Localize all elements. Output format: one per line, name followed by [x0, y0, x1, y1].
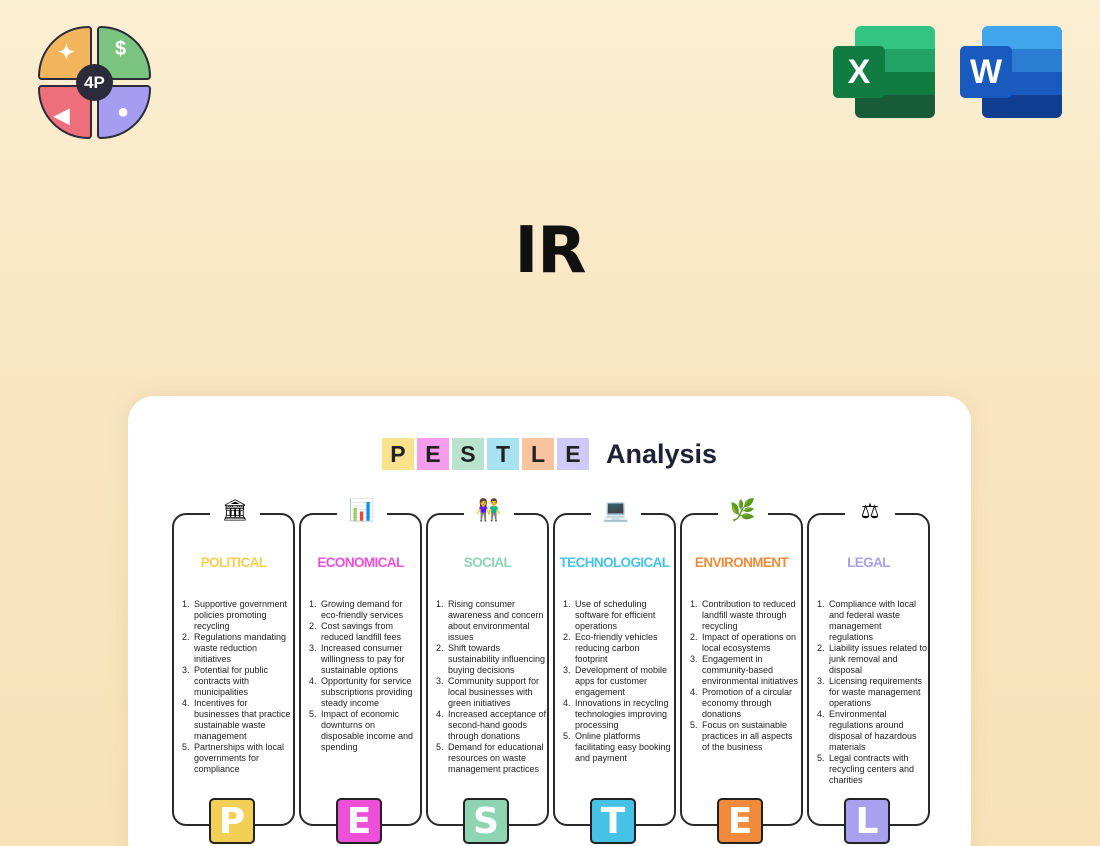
- location-icon: ●: [117, 101, 130, 123]
- list-item: Engagement in community-based environmen…: [700, 654, 801, 687]
- list-item: Promotion of a circular economy through …: [700, 687, 801, 720]
- list-item: Online platforms facilitating easy booki…: [573, 731, 674, 764]
- laptop-icon: 💻: [591, 497, 641, 525]
- list-item: Innovations in recycling technologies im…: [573, 698, 674, 731]
- pestle-column-economical: 📊 ECONOMICAL Growing demand for eco-friend…: [299, 497, 422, 844]
- list-item: Potential for public contracts with muni…: [192, 665, 293, 698]
- people-icon: 👫: [464, 497, 514, 525]
- column-list: Supportive government policies promoting…: [181, 599, 293, 775]
- pestle-column-social: 👫 SOCIAL Rising consumer awareness and con…: [426, 497, 549, 844]
- pestle-columns: 🏛 POLITICAL Supportive government policies…: [172, 497, 930, 844]
- column-letter-badge: E: [336, 798, 382, 844]
- header-letter-p-0: P: [381, 438, 414, 470]
- column-heading: POLITICAL: [200, 555, 267, 570]
- column-list: Contribution to reduced landfill waste t…: [689, 599, 801, 753]
- column-letter-badge: P: [209, 798, 255, 844]
- pestle-column-environment: 🌿 ENVIRONMENT Contribution to reduced land…: [680, 497, 803, 844]
- word-icon[interactable]: W: [960, 26, 1062, 118]
- column-list: Growing demand for eco-friendly services…: [308, 599, 420, 753]
- list-item: Regulations mandating waste reduction in…: [192, 632, 293, 665]
- leaf-icon: 🌿: [718, 497, 768, 525]
- list-item: Incentives for businesses that practice …: [192, 698, 293, 742]
- 4p-logo: ✦ $ ◀ ● 4P: [38, 26, 151, 139]
- list-item: Cost savings from reduced landfill fees: [319, 621, 420, 643]
- word-letter: W: [960, 46, 1012, 98]
- dollar-icon: $: [115, 38, 127, 60]
- column-list: Compliance with local and federal waste …: [816, 599, 928, 786]
- list-item: Legal contracts with recycling centers a…: [827, 753, 928, 786]
- lightbulb-icon: ✦: [58, 42, 75, 64]
- column-heading: ECONOMICAL: [317, 555, 404, 570]
- scales-icon: ⚖: [845, 497, 895, 525]
- column-letter-badge: E: [717, 798, 763, 844]
- column-list: Use of scheduling software for efficient…: [562, 599, 674, 764]
- column-letter-badge: T: [590, 798, 636, 844]
- list-item: Increased acceptance of second-hand good…: [446, 709, 547, 742]
- bank-icon: 🏛: [210, 497, 260, 525]
- pestle-column-technological: 💻 TECHNOLOGICAL Use of scheduling software…: [553, 497, 676, 844]
- bar-chart-icon: 📊: [337, 497, 387, 525]
- column-heading: LEGAL: [847, 555, 890, 570]
- list-item: Partnerships with local governments for …: [192, 742, 293, 775]
- pestle-header: PESTLE Analysis: [128, 438, 971, 470]
- list-item: Growing demand for eco-friendly services: [319, 599, 420, 621]
- megaphone-icon: ◀: [54, 105, 70, 127]
- list-item: Impact of operations on local ecosystems: [700, 632, 801, 654]
- header-letter-l-4: L: [521, 438, 554, 470]
- column-list: Rising consumer awareness and concern ab…: [435, 599, 547, 775]
- header-letter-s-2: S: [451, 438, 484, 470]
- pestle-column-legal: ⚖ LEGAL Compliance with local and federal …: [807, 497, 930, 844]
- pestle-letters: PESTLE: [381, 438, 592, 470]
- list-item: Focus on sustainable practices in all as…: [700, 720, 801, 753]
- column-letter-badge: S: [463, 798, 509, 844]
- excel-letter: X: [833, 46, 885, 98]
- list-item: Supportive government policies promoting…: [192, 599, 293, 632]
- list-item: Shift towards sustainability influencing…: [446, 643, 547, 676]
- list-item: Eco-friendly vehicles reducing carbon fo…: [573, 632, 674, 665]
- list-item: Development of mobile apps for customer …: [573, 665, 674, 698]
- list-item: Contribution to reduced landfill waste t…: [700, 599, 801, 632]
- list-item: Compliance with local and federal waste …: [827, 599, 928, 643]
- list-item: Demand for educational resources on wast…: [446, 742, 547, 775]
- column-heading: ENVIRONMENT: [694, 555, 789, 570]
- list-item: Liability issues related to junk removal…: [827, 643, 928, 676]
- excel-icon[interactable]: X: [833, 26, 935, 118]
- pestle-card: PESTLE Analysis 🏛POLITICALSupportive gov…: [128, 396, 971, 846]
- logo-center-text: 4P: [76, 64, 113, 101]
- list-item: Community support for local businesses w…: [446, 676, 547, 709]
- header-letter-e-1: E: [416, 438, 449, 470]
- column-heading: TECHNOLOGICAL: [559, 555, 671, 570]
- header-letter-t-3: T: [486, 438, 519, 470]
- column-letter-badge: L: [844, 798, 890, 844]
- list-item: Use of scheduling software for efficient…: [573, 599, 674, 632]
- column-heading: SOCIAL: [463, 555, 512, 570]
- page-title: IR: [514, 214, 586, 288]
- header-letter-e-5: E: [556, 438, 589, 470]
- list-item: Opportunity for service subscriptions pr…: [319, 676, 420, 709]
- list-item: Licensing requirements for waste managem…: [827, 676, 928, 709]
- analysis-label: Analysis: [605, 438, 718, 469]
- list-item: Rising consumer awareness and concern ab…: [446, 599, 547, 643]
- list-item: Increased consumer willingness to pay fo…: [319, 643, 420, 676]
- list-item: Impact of economic downturns on disposab…: [319, 709, 420, 753]
- pestle-column-political: 🏛 POLITICAL Supportive government policies…: [172, 497, 295, 844]
- list-item: Environmental regulations around disposa…: [827, 709, 928, 753]
